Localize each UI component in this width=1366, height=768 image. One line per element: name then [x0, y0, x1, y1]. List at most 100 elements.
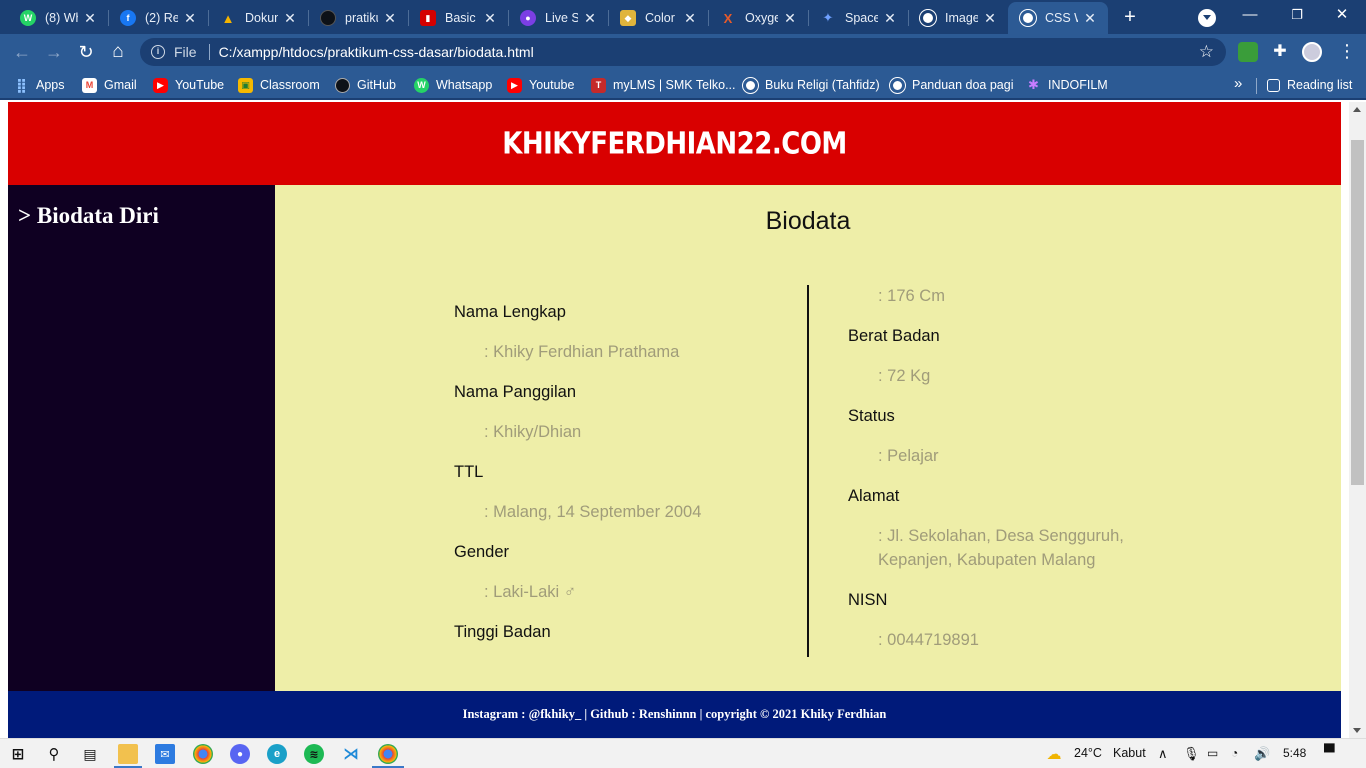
discord-icon[interactable]: ● [230, 744, 250, 764]
microphone-icon[interactable]: 🎙 [1183, 746, 1200, 762]
back-arrow-icon[interactable]: ← [10, 40, 34, 64]
field-value: : 72 Kg [878, 367, 931, 385]
minimize-button[interactable]: — [1230, 4, 1270, 28]
tab-live-stream[interactable]: ● Live St ✕ [508, 4, 608, 32]
field-label: Status [848, 407, 895, 425]
tab-basic[interactable]: ▮ Basic > ✕ [408, 4, 508, 32]
task-view-icon[interactable]: ▤ [80, 744, 100, 764]
profile-avatar[interactable] [1302, 42, 1322, 62]
chrome-active-icon[interactable] [378, 744, 398, 764]
page-scrollbar[interactable] [1349, 102, 1366, 738]
tab-github[interactable]: pratiku ✕ [308, 4, 408, 32]
volume-icon[interactable]: 🔊 [1254, 746, 1270, 762]
tab-drive[interactable]: ▲ Dokun ✕ [208, 4, 308, 32]
clock[interactable]: 5:48 [1283, 746, 1306, 760]
bookmark-label: Whatsapp [436, 78, 493, 92]
close-icon[interactable]: ✕ [1082, 10, 1098, 27]
close-icon[interactable]: ✕ [682, 10, 698, 27]
close-icon[interactable]: ✕ [982, 10, 998, 27]
menu-dots-icon[interactable]: ⋮ [1338, 42, 1356, 60]
windows-start-icon[interactable]: ⊞ [8, 744, 28, 764]
reload-icon[interactable]: ↻ [74, 40, 98, 64]
tab-image[interactable]: Image ✕ [908, 4, 1008, 32]
close-icon[interactable]: ✕ [782, 10, 798, 27]
more-bookmarks-chevron[interactable]: » [1234, 75, 1242, 92]
puzzle-extensions-icon[interactable]: ✚ [1270, 42, 1290, 62]
search-icon[interactable]: ⚲ [44, 744, 64, 764]
tab-whatsapp[interactable]: W (8) Wh ✕ [8, 4, 108, 32]
bookmark-youtube-2[interactable]: ▶ Youtube [507, 75, 574, 95]
close-icon[interactable]: ✕ [582, 10, 598, 27]
field-value: : Jl. Sekolahan, Desa Sengguruh, [878, 527, 1124, 545]
reading-list-label: Reading list [1287, 78, 1353, 92]
facebook-icon: f [120, 10, 136, 26]
tab-title: Live St [545, 11, 578, 25]
restore-button[interactable]: ❐ [1277, 4, 1317, 28]
vscode-icon[interactable]: ⋊ [341, 744, 361, 764]
weather-temp[interactable]: 24°C [1074, 746, 1102, 760]
bookmark-github[interactable]: GitHub [335, 75, 396, 95]
tab-css-active[interactable]: CSS W ✕ [1008, 2, 1108, 34]
mail-icon[interactable]: ✉ [155, 744, 175, 764]
field-value: : 176 Cm [878, 287, 945, 305]
weather-icon[interactable]: ☁ [1044, 744, 1064, 764]
reading-list-button[interactable]: Reading list [1267, 75, 1352, 95]
tab-oxygen[interactable]: X Oxyge ✕ [708, 4, 808, 32]
bookmark-apps[interactable]: ⣿ Apps [14, 75, 64, 95]
chrome-icon[interactable] [193, 744, 213, 764]
globe-icon [1020, 10, 1036, 26]
home-icon[interactable]: ⌂ [106, 40, 130, 64]
close-icon[interactable]: ✕ [482, 10, 498, 27]
tab-color[interactable]: ◆ Color F ✕ [608, 4, 708, 32]
weather-desc[interactable]: Kabut [1113, 746, 1146, 760]
tab-title: CSS W [1045, 11, 1078, 25]
info-icon[interactable]: i [151, 45, 165, 59]
bookmark-panduan-doa[interactable]: Panduan doa pagi [890, 75, 1013, 95]
page-title: Biodata [765, 207, 851, 235]
scroll-up-arrow-icon[interactable] [1353, 107, 1361, 112]
close-icon[interactable]: ✕ [82, 10, 98, 27]
mylms-icon: T [591, 77, 606, 93]
notification-icon[interactable]: ▀ [1324, 744, 1335, 761]
scroll-down-arrow-icon[interactable] [1353, 728, 1361, 733]
browser-toolbar: ← → ↻ ⌂ i File C:/xampp/htdocs/praktikum… [0, 34, 1366, 70]
close-window-button[interactable]: ✕ [1322, 4, 1362, 28]
extension-icon[interactable] [1238, 42, 1258, 62]
site-header: KHIKYFERDHIAN22.COM [8, 102, 1341, 185]
close-icon[interactable]: ✕ [382, 10, 398, 27]
column-divider [807, 285, 809, 657]
forward-arrow-icon[interactable]: → [42, 40, 66, 64]
edge-icon[interactable]: e [267, 744, 287, 764]
github-icon [335, 77, 350, 93]
close-icon[interactable]: ✕ [282, 10, 298, 27]
tab-facebook[interactable]: f (2) Ren ✕ [108, 4, 208, 32]
bookmark-classroom[interactable]: ▣ Classroom [238, 75, 320, 95]
file-explorer-icon[interactable] [118, 744, 138, 764]
close-icon[interactable]: ✕ [882, 10, 898, 27]
address-bar[interactable]: i File C:/xampp/htdocs/praktikum-css-das… [140, 38, 1226, 66]
tab-search-icon[interactable] [1198, 9, 1216, 27]
bookmark-buku-religi[interactable]: Buku Religi (Tahfidz) [743, 75, 880, 95]
bookmark-youtube[interactable]: ▶ YouTube [153, 75, 224, 95]
field-value: : Laki-Laki ♂ [484, 583, 577, 601]
new-tab-button[interactable]: + [1118, 6, 1142, 28]
bookmark-indofilm[interactable]: ✱ INDOFILM [1026, 75, 1108, 95]
footer-text: Instagram : @fkhiky_ | Github : Renshinn… [462, 707, 887, 721]
tray-chevron-icon[interactable]: ∧ [1158, 746, 1168, 762]
whatsapp-icon: W [414, 77, 429, 93]
close-icon[interactable]: ✕ [182, 10, 198, 27]
battery-icon[interactable]: ▭ [1207, 746, 1218, 760]
bookmark-gmail[interactable]: M Gmail [82, 75, 137, 95]
tab-space[interactable]: ✦ Space ✕ [808, 4, 908, 32]
tab-title: Oxyge [745, 11, 778, 25]
wifi-icon[interactable]: ◔ [1231, 746, 1238, 760]
indofilm-icon: ✱ [1028, 77, 1039, 92]
scroll-thumb[interactable] [1351, 140, 1364, 485]
bookmark-whatsapp[interactable]: W Whatsapp [414, 75, 492, 95]
sidebar-link-biodata[interactable]: > Biodata Diri [18, 203, 159, 229]
bookmark-label: Buku Religi (Tahfidz) [765, 78, 880, 92]
url-text[interactable]: C:/xampp/htdocs/praktikum-css-dasar/biod… [219, 44, 534, 60]
spotify-icon[interactable]: ≋ [304, 744, 324, 764]
bookmark-mylms[interactable]: T myLMS | SMK Telko... [591, 75, 736, 95]
bookmark-star-icon[interactable]: ☆ [1199, 42, 1214, 62]
